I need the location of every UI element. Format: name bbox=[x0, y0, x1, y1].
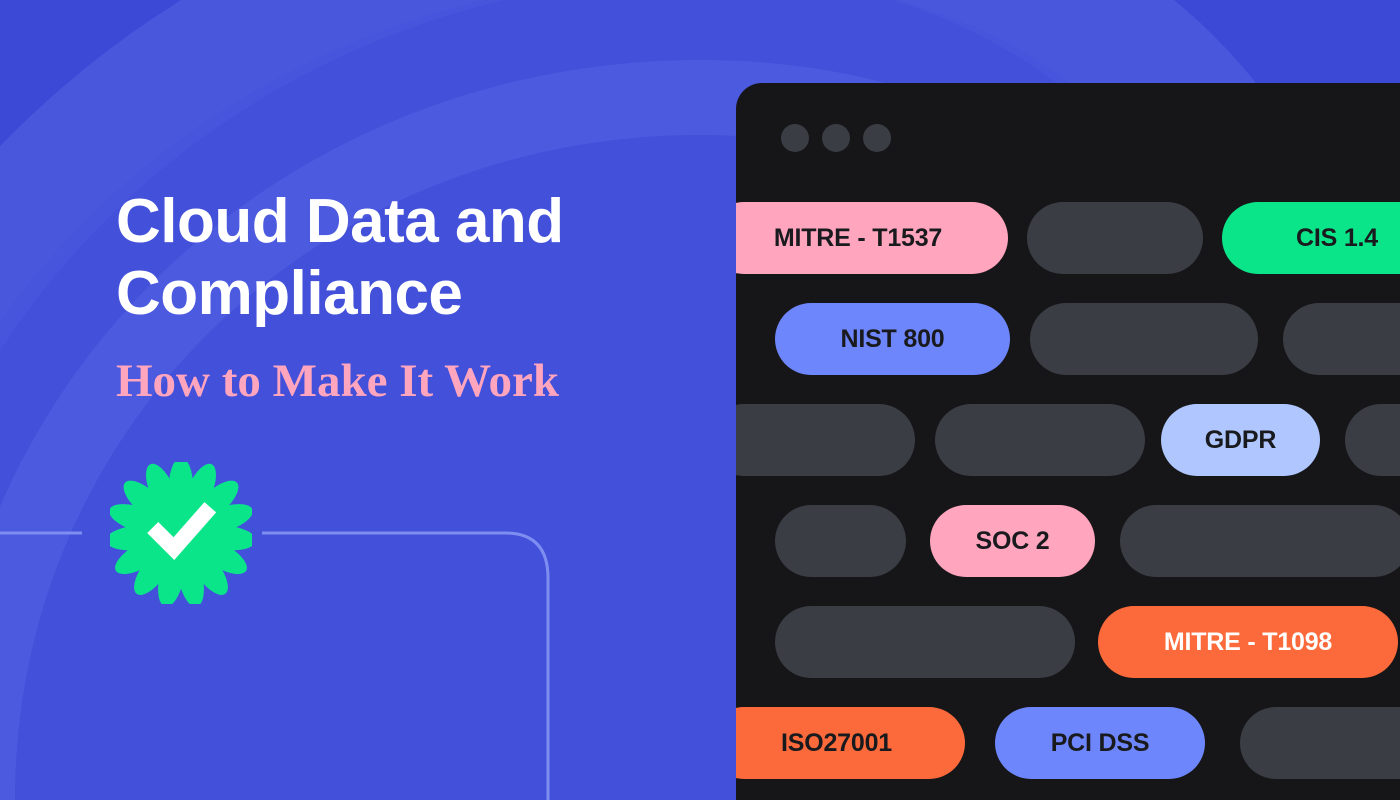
window-dot-2-icon[interactable] bbox=[822, 124, 850, 152]
compliance-pill-grid: MITRE - T1537 CIS 1.4 NIST 800 GDPR SOC 2 MIT… bbox=[736, 202, 1400, 800]
compliance-pill-placeholder bbox=[935, 404, 1145, 476]
compliance-pill-iso27001[interactable]: ISO27001 bbox=[736, 707, 965, 779]
window-titlebar bbox=[736, 83, 1400, 193]
page-subtitle: How to Make It Work bbox=[116, 354, 560, 407]
page-title: Cloud Data and Compliance bbox=[116, 187, 564, 328]
compliance-pill-placeholder bbox=[1240, 707, 1400, 779]
compliance-window: MITRE - T1537 CIS 1.4 NIST 800 GDPR SOC 2 MIT… bbox=[736, 83, 1400, 800]
compliance-pill-row: MITRE - T1098 bbox=[736, 606, 1400, 707]
compliance-pill-placeholder bbox=[1030, 303, 1258, 375]
compliance-pill-placeholder bbox=[775, 606, 1075, 678]
compliance-pill-soc-2[interactable]: SOC 2 bbox=[930, 505, 1095, 577]
hero-section: Cloud Data and Compliance How to Make It… bbox=[116, 186, 716, 408]
compliance-pill-placeholder bbox=[775, 505, 906, 577]
compliance-pill-row: ISO27001 PCI DSS bbox=[736, 707, 1400, 800]
verified-check-seal-icon bbox=[110, 462, 252, 604]
compliance-pill-mitre-t1098[interactable]: MITRE - T1098 bbox=[1098, 606, 1398, 678]
compliance-pill-row: NIST 800 bbox=[736, 303, 1400, 404]
compliance-pill-cis-1-4[interactable]: CIS 1.4 bbox=[1222, 202, 1400, 274]
window-dot-1-icon[interactable] bbox=[781, 124, 809, 152]
window-dot-3-icon[interactable] bbox=[863, 124, 891, 152]
compliance-pill-placeholder bbox=[1345, 404, 1400, 476]
compliance-pill-gdpr[interactable]: GDPR bbox=[1161, 404, 1320, 476]
compliance-pill-row: SOC 2 bbox=[736, 505, 1400, 606]
compliance-pill-nist-800[interactable]: NIST 800 bbox=[775, 303, 1010, 375]
compliance-pill-row: GDPR bbox=[736, 404, 1400, 505]
compliance-pill-pci-dss[interactable]: PCI DSS bbox=[995, 707, 1205, 779]
compliance-pill-row: MITRE - T1537 CIS 1.4 bbox=[736, 202, 1400, 303]
compliance-pill-placeholder bbox=[1283, 303, 1400, 375]
compliance-pill-mitre-t1537[interactable]: MITRE - T1537 bbox=[736, 202, 1008, 274]
seal-svg bbox=[110, 462, 252, 604]
compliance-pill-placeholder bbox=[1120, 505, 1400, 577]
compliance-pill-placeholder bbox=[1027, 202, 1203, 274]
compliance-pill-placeholder bbox=[736, 404, 915, 476]
